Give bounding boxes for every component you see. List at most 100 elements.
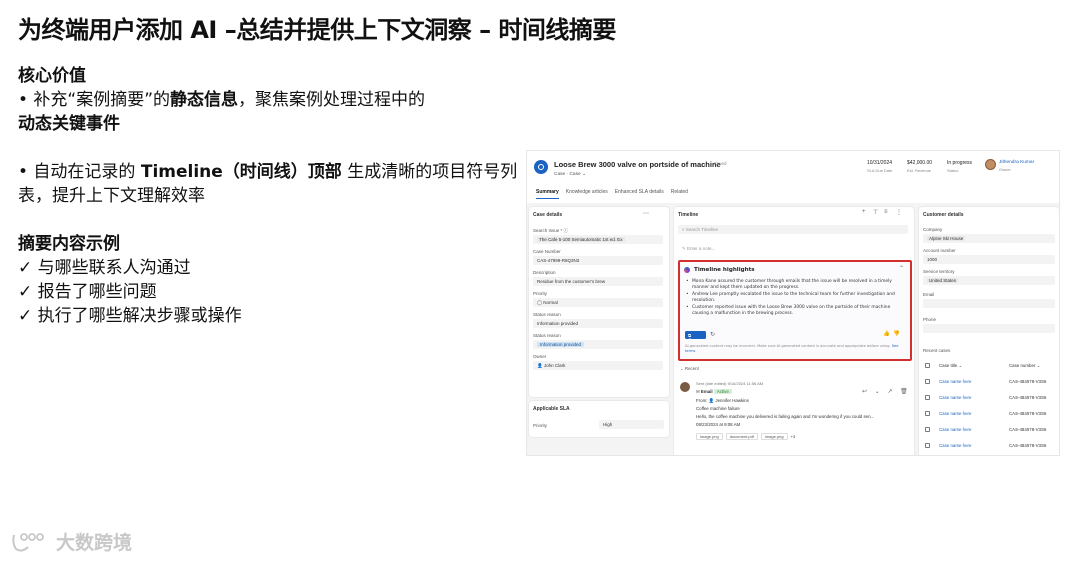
sla-priority-value[interactable]: High	[599, 420, 664, 429]
more-options-icon[interactable]: ⋯	[643, 210, 649, 217]
owner-value: John Clark	[543, 363, 566, 368]
slide-body: 核心价值 • 补充“案例摘要”的静态信息，聚焦案例处理过程中的 动态关键事件 •…	[18, 64, 528, 328]
record-saved-status: - Saved	[711, 161, 727, 166]
filter-icon[interactable]: ⊤	[873, 209, 878, 216]
copilot-icon	[684, 267, 690, 273]
case-number: CAS-484578-V3S6	[1009, 427, 1047, 432]
tab-knowledge-articles[interactable]: Knowledge articles	[566, 189, 608, 199]
meta-status: In progress Status	[947, 160, 972, 173]
email-field[interactable]	[923, 299, 1055, 308]
email-actions-icon[interactable]: ↩ ⌄ ↗ 🗑	[862, 388, 911, 395]
meta-value: 10/31/2024	[867, 160, 893, 166]
phone-field[interactable]	[923, 324, 1055, 333]
meta-value: $42,000.00	[907, 160, 933, 166]
company-field[interactable]: Alpine Ski House	[923, 234, 1055, 243]
highlight-item: Mona Kane assured the customer through e…	[686, 279, 908, 292]
value-line-1: • 补充“案例摘要”的静态信息，聚焦案例处理过程中的	[18, 88, 528, 112]
more-options-icon[interactable]: ⋮	[896, 209, 902, 216]
sla-panel: Applicable SLA Priority High	[529, 401, 669, 437]
case-title-link[interactable]: Case name here	[939, 379, 971, 384]
value-line1-bold: 静态信息	[170, 90, 239, 110]
note-input[interactable]: ✎ Enter a note...	[678, 244, 908, 253]
slide-title: 为终端用户添加 AI –总结并提供上下文洞察 – 时间线摘要	[18, 16, 616, 44]
account-field[interactable]: 1000	[923, 255, 1055, 264]
from-label: From:	[696, 398, 708, 403]
attachment-chip[interactable]: image.png	[696, 433, 723, 440]
field-label: Priority	[533, 291, 548, 296]
ai-disclaimer: AI-generated content may be incorrect. M…	[685, 344, 907, 354]
highlight-item: Andrew Lee promptly escalated the issue …	[686, 292, 908, 305]
field-label: Case Number	[533, 249, 561, 254]
example-item: ✓ 报告了哪些问题	[18, 282, 157, 302]
recent-label: Recent	[684, 366, 699, 371]
owner-name[interactable]: Jithendra Kumar	[999, 160, 1034, 165]
case-title-link[interactable]: Case name here	[939, 443, 971, 448]
record-header: Loose Brew 3000 valve on portside of mac…	[527, 151, 1059, 203]
row-checkbox[interactable]	[925, 427, 930, 432]
case-row: Case name here CAS-484578-V3S6	[925, 379, 1055, 387]
email-date: 08/23/2024 at 9:08 AM	[696, 422, 741, 427]
row-checkbox[interactable]	[925, 411, 930, 416]
tab-related[interactable]: Related	[671, 189, 688, 199]
field-label: Search Issue * ⓘ	[533, 228, 569, 233]
email-subject: Coffee machine failure	[696, 406, 740, 411]
timeline-search-input[interactable]: ⌕ Search Timeline	[678, 225, 908, 234]
chevron-up-icon[interactable]: ⌃	[899, 265, 904, 272]
case-title-link[interactable]: Case name here	[939, 411, 971, 416]
highlights-list: Mona Kane assured the customer through e…	[686, 279, 908, 317]
case-number-field[interactable]: CAS-47999-R8Q3N3	[533, 256, 663, 265]
refresh-icon[interactable]: ↻	[710, 331, 715, 338]
priority-field[interactable]: ◯ Normal	[533, 298, 663, 307]
owner-role: Owner	[999, 167, 1011, 172]
case-title-link[interactable]: Case name here	[939, 427, 971, 432]
record-tabs: Summary Knowledge articles Enhanced SLA …	[536, 189, 688, 199]
attachment-chip[interactable]: document.pdf	[725, 433, 758, 440]
search-issue-field[interactable]: The Cafe 5-100 Semiautomatic 1st ed. Ex	[533, 235, 663, 244]
row-checkbox[interactable]	[925, 395, 930, 400]
company-chip: Alpine Ski House	[927, 236, 966, 241]
case-title-link[interactable]: Case name here	[939, 395, 971, 400]
status-reason-field[interactable]: Information provided	[533, 319, 663, 328]
email-attachments: image.png document.pdf image.png +3	[696, 433, 795, 440]
row-checkbox[interactable]	[925, 379, 930, 384]
attachment-chip[interactable]: image.png	[760, 433, 788, 440]
territory-label: Service territory	[923, 269, 955, 274]
record-type[interactable]: Case · Case ⌄	[554, 172, 586, 177]
case-row: Case name here CAS-484578-V3S6	[925, 427, 1055, 435]
recent-cases-label: Recent cases	[923, 348, 951, 353]
highlights-title: Timeline highlights	[694, 267, 755, 273]
app-logo-icon	[534, 160, 548, 174]
select-all-checkbox[interactable]	[925, 363, 930, 368]
attachment-more[interactable]: +3	[791, 434, 796, 439]
case-number-header[interactable]: Case number ⌄	[1009, 363, 1040, 369]
search-issue-chip: The Cafe 5-100 Semiautomatic 1st ed. Ex	[537, 237, 625, 242]
row-checkbox[interactable]	[925, 443, 930, 448]
owner-field[interactable]: 👤 John Clark	[533, 361, 663, 370]
case-details-panel: Case details ⋯ Search Issue * ⓘ The Cafe…	[529, 207, 669, 397]
status-reason-field-2[interactable]: Information provided	[533, 340, 663, 349]
case-number: CAS-484578-V3S6	[1009, 443, 1047, 448]
meta-value: In progress	[947, 160, 973, 166]
sort-icon[interactable]: ≡	[884, 209, 888, 215]
meta-revenue: $42,000.00 Est. Revenue	[907, 160, 932, 173]
meta-sla-due: 10/31/2024 SLA Due Date	[867, 160, 892, 173]
email-from: From: 👤 Jennifer Hawkins	[696, 398, 749, 404]
copy-button[interactable]: ⧉ Copy	[685, 331, 706, 344]
tab-enhanced-sla[interactable]: Enhanced SLA details	[615, 189, 664, 199]
sla-title: Applicable SLA	[533, 406, 570, 412]
recent-section-toggle[interactable]: ⌄ Recent	[680, 366, 699, 372]
case-number: CAS-484578-V3S6	[1009, 395, 1047, 400]
add-icon[interactable]: +	[862, 209, 866, 215]
case-details-title: Case details	[533, 212, 563, 218]
description-field[interactable]: Residue from the customer's brew	[533, 277, 663, 286]
tab-summary[interactable]: Summary	[536, 189, 559, 199]
field-label: Owner	[533, 354, 547, 359]
field-label: Status reason	[533, 312, 561, 317]
case-number: CAS-484578-V3S6	[1009, 379, 1047, 384]
meta-label: Status	[947, 168, 959, 173]
case-title-header[interactable]: Case title ⌄	[939, 363, 962, 369]
territory-field[interactable]: United States	[923, 276, 1055, 285]
feedback-icons[interactable]: 👍👎	[883, 331, 903, 337]
status-tag: Information provided	[537, 342, 585, 347]
from-name[interactable]: Jennifer Hawkins	[715, 398, 748, 403]
